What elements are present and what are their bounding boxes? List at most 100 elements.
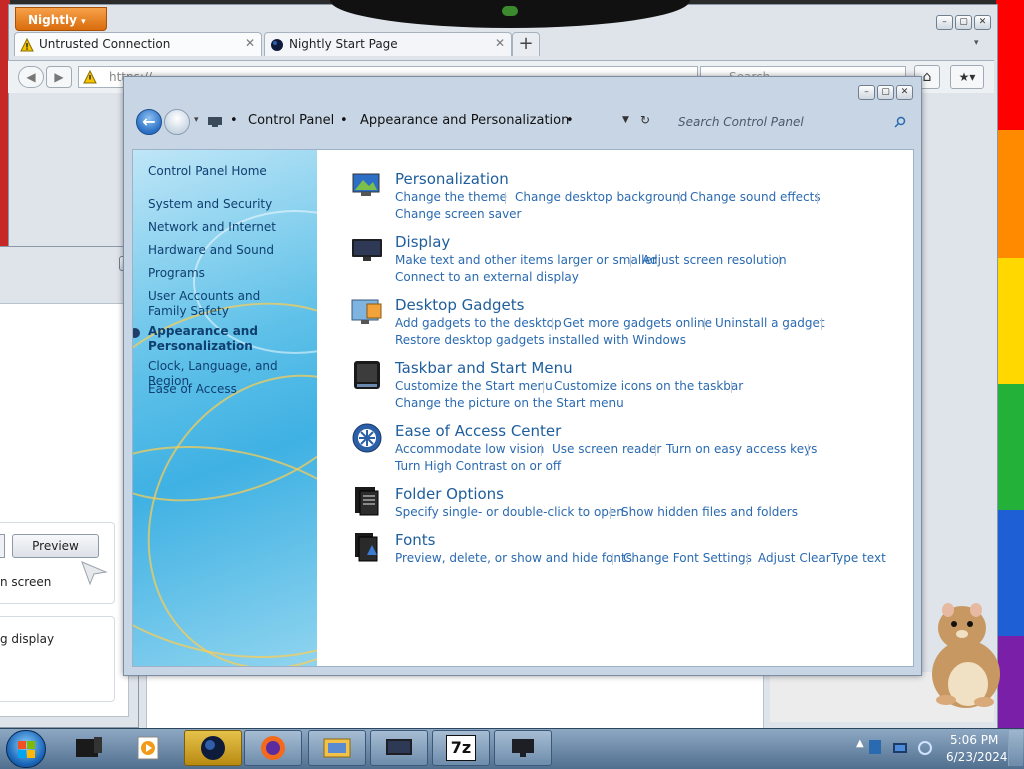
tab-list-chevron-icon[interactable]: ▾: [974, 38, 979, 48]
recent-pages-chevron-icon[interactable]: ▾: [194, 115, 199, 125]
display-text: g display: [0, 632, 55, 646]
breadcrumb-appearance[interactable]: Appearance and Personalization: [360, 113, 569, 128]
address-dropdown-icon[interactable]: ▼: [622, 115, 629, 125]
link-change-screen-saver[interactable]: Change screen saver: [395, 207, 522, 221]
nightly-app-button[interactable]: Nightly ▾: [15, 7, 107, 31]
link-adjust-resolution[interactable]: Adjust screen resolution: [642, 253, 787, 267]
volume-icon[interactable]: [918, 740, 932, 756]
clock-date[interactable]: 6/23/2024: [946, 750, 1008, 764]
network-icon[interactable]: [892, 742, 908, 754]
taskbar-firefox[interactable]: [244, 730, 302, 766]
link-preview-delete-fonts[interactable]: Preview, delete, or show and hide fonts: [395, 551, 632, 565]
new-tab-button[interactable]: +: [512, 32, 540, 56]
nav-hardware-and-sound[interactable]: Hardware and Sound: [148, 243, 274, 258]
link-customize-taskbar-icons[interactable]: Customize icons on the taskbar: [554, 379, 743, 393]
nav-ease-of-access[interactable]: Ease of Access: [148, 382, 237, 397]
control-panel-icon: [208, 117, 222, 127]
start-button[interactable]: [6, 730, 46, 768]
taskbar-icon: [354, 361, 380, 389]
link-restore-gadgets[interactable]: Restore desktop gadgets installed with W…: [395, 333, 686, 347]
settings-button[interactable]: [0, 534, 5, 558]
link-customize-start-menu[interactable]: Customize the Start menu: [395, 379, 553, 393]
close-button[interactable]: ✕: [974, 15, 991, 30]
forward-button[interactable]: ▶: [46, 66, 72, 88]
category-title[interactable]: Folder Options: [395, 485, 504, 503]
tab-label: Untrusted Connection: [39, 37, 171, 51]
nav-system-and-security[interactable]: System and Security: [148, 197, 272, 212]
breadcrumb[interactable]: • Control Panel • Appearance and Persona…: [202, 107, 662, 137]
tray-app-icon[interactable]: [868, 739, 882, 755]
link-change-start-menu-picture[interactable]: Change the picture on the Start menu: [395, 396, 624, 410]
cp-navigation-pane: Control Panel Home System and Security N…: [133, 150, 317, 666]
show-desktop-button[interactable]: [1008, 730, 1023, 766]
taskbar-monitor[interactable]: [494, 730, 552, 766]
tab-untrusted-connection[interactable]: Untrusted Connection ✕: [14, 32, 262, 56]
nightly-icon: [201, 736, 225, 760]
nav-network-and-internet[interactable]: Network and Internet: [148, 220, 276, 235]
link-uninstall-gadget[interactable]: Uninstall a gadget: [715, 316, 825, 330]
link-adjust-cleartype[interactable]: Adjust ClearType text: [758, 551, 886, 565]
taskbar-media-player[interactable]: [120, 730, 178, 766]
taskbar-control-panel[interactable]: [308, 730, 366, 766]
breadcrumb-control-panel[interactable]: Control Panel: [248, 113, 334, 128]
close-tab-icon[interactable]: ✕: [245, 36, 255, 50]
forward-button[interactable]: [164, 109, 190, 135]
link-show-hidden-files[interactable]: Show hidden files and folders: [621, 505, 798, 519]
warning-icon: [83, 70, 97, 84]
category-title[interactable]: Ease of Access Center: [395, 422, 561, 440]
nav-programs[interactable]: Programs: [148, 266, 205, 281]
minimize-button[interactable]: –: [858, 85, 875, 100]
nav-control-panel-home[interactable]: Control Panel Home: [148, 164, 267, 179]
windows-logo-icon: [18, 741, 35, 758]
link-high-contrast[interactable]: Turn High Contrast on or off: [395, 459, 561, 473]
link-single-double-click[interactable]: Specify single- or double-click to open: [395, 505, 624, 519]
computer-icon: [76, 737, 102, 757]
nightly-globe-icon: [271, 39, 283, 51]
current-category-indicator-icon: [133, 328, 140, 338]
category-title[interactable]: Desktop Gadgets: [395, 296, 524, 314]
link-add-gadgets[interactable]: Add gadgets to the desktop: [395, 316, 562, 330]
close-tab-icon[interactable]: ✕: [495, 36, 505, 50]
category-title[interactable]: Personalization: [395, 170, 509, 188]
firefox-window-controls: – ▢ ✕: [934, 13, 991, 30]
link-screen-reader[interactable]: Use screen reader: [552, 442, 661, 456]
show-hidden-icons-chevron-icon[interactable]: ▲: [856, 738, 864, 749]
taskbar-7zip[interactable]: 7z: [432, 730, 490, 766]
link-connect-external-display[interactable]: Connect to an external display: [395, 270, 579, 284]
link-change-sound-effects[interactable]: Change sound effects: [690, 190, 821, 204]
nav-user-accounts[interactable]: User Accounts and Family Safety: [148, 289, 298, 319]
link-change-theme[interactable]: Change the theme: [395, 190, 507, 204]
taskbar-nightly[interactable]: [184, 730, 242, 766]
monitor-icon: [512, 739, 534, 757]
link-get-more-gadgets[interactable]: Get more gadgets online: [563, 316, 712, 330]
link-change-desktop-background[interactable]: Change desktop background: [515, 190, 687, 204]
close-button[interactable]: ✕: [896, 85, 913, 100]
firefox-content-area: [146, 672, 764, 730]
link-low-vision[interactable]: Accommodate low vision: [395, 442, 544, 456]
clock-time[interactable]: 5:06 PM: [950, 733, 998, 747]
preview-button[interactable]: Preview: [12, 534, 99, 558]
breadcrumb-separator-icon: •: [340, 113, 348, 128]
cp-search-box[interactable]: Search Control Panel: [668, 107, 914, 137]
minimize-button[interactable]: –: [936, 15, 953, 30]
category-title[interactable]: Display: [395, 233, 450, 251]
maximize-button[interactable]: ▢: [877, 85, 894, 100]
search-icon[interactable]: [894, 116, 906, 128]
taskbar-computer[interactable]: [60, 730, 118, 766]
cp-address-bar: ← ▾ • Control Panel • Appearance and Per…: [134, 101, 914, 143]
category-title[interactable]: Taskbar and Start Menu: [395, 359, 573, 377]
bookmarks-menu-button[interactable]: ★▾: [950, 65, 984, 89]
tab-label: Nightly Start Page: [289, 37, 398, 51]
back-button[interactable]: ◀: [18, 66, 44, 88]
link-make-text-larger[interactable]: Make text and other items larger or smal…: [395, 253, 657, 267]
tab-nightly-start-page[interactable]: Nightly Start Page ✕: [264, 32, 512, 56]
nav-appearance-current: Appearance and Personalization: [148, 324, 258, 353]
taskbar-display[interactable]: [370, 730, 428, 766]
maximize-button[interactable]: ▢: [955, 15, 972, 30]
category-title[interactable]: Fonts: [395, 531, 435, 549]
display-icon: [386, 739, 412, 755]
back-button[interactable]: ←: [136, 109, 162, 135]
refresh-icon[interactable]: ↻: [640, 113, 650, 127]
link-easy-access-keys[interactable]: Turn on easy access keys: [666, 442, 817, 456]
link-change-font-settings[interactable]: Change Font Settings: [623, 551, 752, 565]
